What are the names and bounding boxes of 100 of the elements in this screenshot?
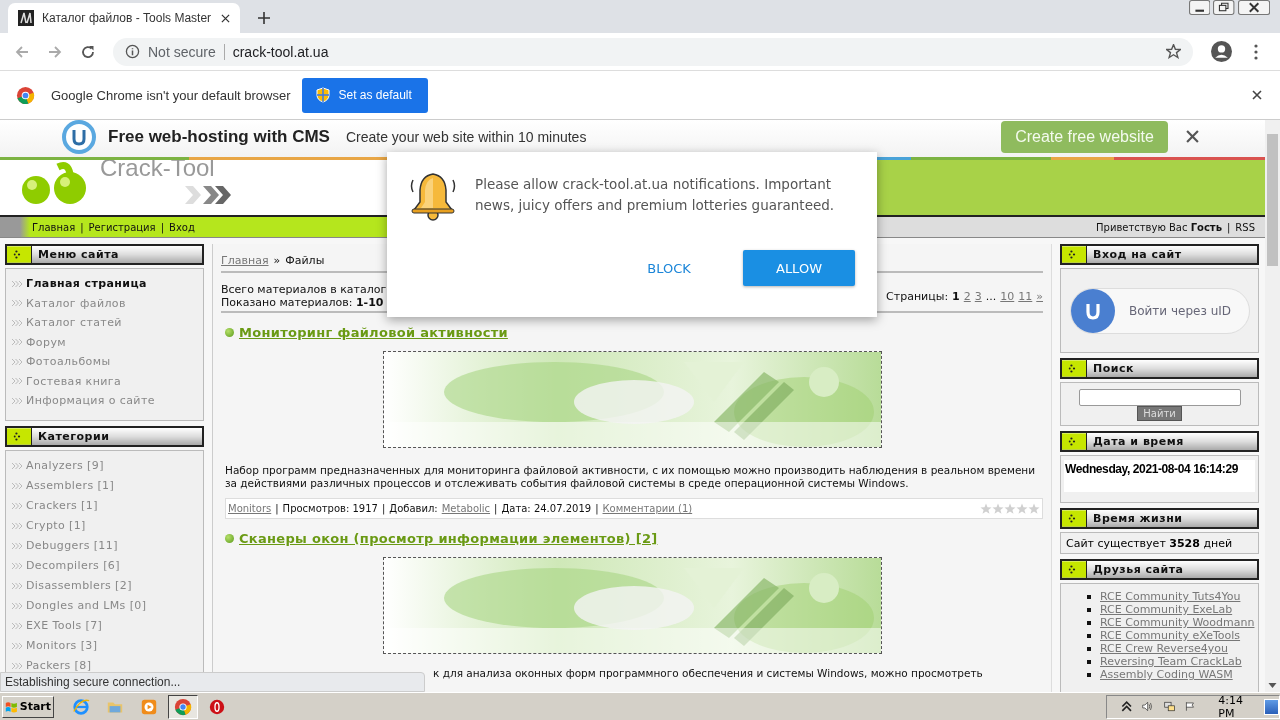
page-link[interactable]: 2 [963,289,971,303]
category-link[interactable]: Disassemblers [2] [26,579,132,592]
menu-link[interactable]: Каталог файлов [26,296,126,310]
reload-icon[interactable] [80,43,96,60]
friend-link[interactable]: Reversing Team CrackLab [1100,655,1242,668]
category-link[interactable]: Assemblers [1] [26,479,115,492]
close-icon[interactable] [1186,130,1199,143]
bullet-icon [225,534,234,543]
search-button[interactable]: Найти [1137,406,1182,421]
scroll-down-icon[interactable] [1268,683,1277,688]
uid-login-button[interactable]: Войти через uID [1070,287,1250,334]
category-link[interactable]: Crackers [1] [26,499,98,512]
page-link[interactable]: 1 [952,289,960,303]
globe-icon [72,697,90,716]
friend-link[interactable]: RCE Community Tuts4You [1100,590,1241,603]
taskbar-button[interactable] [168,694,198,719]
chevron-icon [12,642,22,649]
separator: | [80,221,84,233]
entry-description: к для анализа оконных форм программного обеспечения и системы Windows, можно просмотреть [432,666,984,680]
show-desktop-button[interactable] [1264,698,1279,715]
chevron-icon [12,280,22,287]
star-icon [1016,502,1028,515]
close-icon[interactable] [1252,90,1262,100]
greeting-text: Приветствую Вас Гость [1096,221,1222,233]
restore-icon[interactable] [1213,0,1235,15]
menu-icon[interactable] [1254,43,1258,60]
media-player-icon [140,697,158,716]
ad-title: Free web-hosting with CMS [108,126,330,147]
category-link[interactable]: Packers [8] [26,659,92,672]
page-link[interactable]: » [1036,289,1043,303]
separator: | [595,503,599,514]
nav-link[interactable]: Регистрация [88,221,156,233]
speaker-icon[interactable] [1142,700,1154,713]
page-link[interactable]: 11 [1018,289,1033,303]
nav-link[interactable]: Главная [32,221,76,233]
bullet-icon [1087,647,1091,651]
site-icon [18,10,34,26]
chevron-icon [12,358,22,365]
opera-icon [208,697,226,716]
category-link[interactable]: Dongles and LMs [0] [26,599,147,612]
clock-text: 4:14 PM [1218,693,1244,720]
bullet-icon [1087,673,1091,677]
menu-link[interactable]: Каталог статей [26,316,122,330]
scrollbar[interactable] [1265,120,1280,692]
breadcrumb-current: Файлы [285,254,325,267]
breadcrumb-link[interactable]: Главная [221,254,269,267]
page-link[interactable]: 3 [974,289,982,303]
category-link[interactable]: Debuggers [11] [26,539,118,552]
block-title: Меню сайта [38,248,119,261]
friend-link[interactable]: Assembly Coding WASM [1100,668,1233,681]
star-icon[interactable] [1166,44,1181,59]
category-link[interactable]: Decompilers [6] [26,559,120,572]
friend-link[interactable]: RCE Community ExeLab [1100,603,1233,616]
page-link[interactable]: 10 [1000,289,1015,303]
network-icon[interactable] [1163,700,1175,713]
search-field[interactable] [1078,389,1241,406]
category-link[interactable]: Crypto [1] [26,519,86,532]
entry-title[interactable]: Мониторинг файловой активности [239,325,508,340]
category-link[interactable]: Monitors [228,503,272,514]
close-icon[interactable] [1237,0,1270,15]
rss-link[interactable]: RSS [1235,221,1255,233]
infobar-message: Google Chrome isn't your default browser [51,87,291,103]
start-button[interactable]: Start [2,695,54,718]
flag-icon[interactable] [1184,700,1197,713]
category-link[interactable]: EXE Tools [7] [26,619,103,632]
category-link[interactable]: Monitors [3] [26,639,98,652]
account-icon[interactable] [1211,41,1232,62]
category-link[interactable]: Analyzers [9] [26,459,104,472]
menu-link[interactable]: Информация о сайте [26,394,155,408]
separator: | [160,221,164,233]
menu-link[interactable]: Главная страница [26,277,147,291]
logo-icon [62,120,96,154]
menu-link[interactable]: Фотоальбомы [26,355,111,369]
set-default-button[interactable]: Set as default [302,77,428,113]
menu-link[interactable]: Гостевая книга [26,374,122,388]
author-link[interactable]: Metabolic [441,503,491,514]
bullet-icon [1087,634,1091,638]
friend-link[interactable]: RCE Community Woodmann [1100,616,1255,629]
chevron-icon [12,339,22,346]
comments-link[interactable]: Комментарии (1) [602,503,693,514]
bullet-icon [1087,608,1091,612]
friend-link[interactable]: RCE Community eXeTools [1100,629,1241,642]
nav-link[interactable]: Вход [169,221,195,233]
address-bar[interactable]: Not secure crack-tool.at.ua [113,37,1193,66]
plus-icon[interactable] [258,12,270,24]
pages-label: Страницы: [886,289,949,303]
friend-link[interactable]: RCE Crew Reverse4you [1100,642,1228,655]
create-website-button[interactable]: Create free website [1001,120,1168,153]
info-icon[interactable] [125,44,140,59]
entry-title[interactable]: Сканеры окон (просмотр информации элементов) [2] [239,531,658,546]
allow-button[interactable]: ALLOW [743,250,855,286]
chevron-up-icon[interactable] [1121,700,1133,713]
minimize-icon[interactable] [1189,0,1211,15]
separator: | [381,503,386,514]
menu-link[interactable]: Форум [26,335,66,349]
bullet-icon [225,328,234,337]
scrollbar-thumb[interactable] [1267,134,1278,266]
block-button[interactable]: BLOCK [631,250,707,286]
chrome-icon [16,85,35,105]
close-icon[interactable] [221,13,230,23]
